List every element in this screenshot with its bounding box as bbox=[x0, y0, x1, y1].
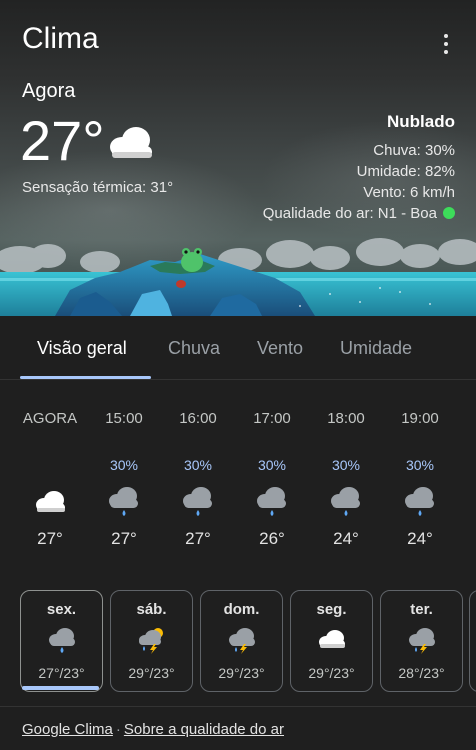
hour-precip: 30% bbox=[405, 457, 435, 473]
more-options-icon[interactable] bbox=[436, 30, 456, 58]
divider bbox=[0, 706, 476, 707]
day-card-sat[interactable]: sáb. 29°/23° bbox=[110, 590, 193, 692]
cloud-rain-icon bbox=[405, 487, 434, 516]
humidity: Umidade: 82% bbox=[356, 163, 455, 180]
tab-indicator bbox=[20, 376, 151, 379]
day-name: sáb. bbox=[136, 601, 167, 618]
hourly-item: AGORA 27° bbox=[20, 410, 80, 549]
day-card-sun[interactable]: dom. 29°/23° bbox=[200, 590, 283, 692]
day-card-partial[interactable] bbox=[469, 590, 476, 692]
day-temps: 29°/23° bbox=[308, 665, 355, 681]
footer-separator: · bbox=[115, 721, 121, 738]
hour-time: 15:00 bbox=[105, 410, 143, 427]
cloud-rain-icon bbox=[257, 487, 286, 516]
hour-time: AGORA bbox=[22, 410, 78, 427]
air-quality-info-link[interactable]: Sobre a qualidade do ar bbox=[124, 721, 284, 738]
current-temperature: 27° bbox=[20, 109, 105, 172]
hour-precip: 30% bbox=[331, 457, 361, 473]
current-label: Agora bbox=[22, 80, 76, 102]
hourly-item: 17:00 30% 26° bbox=[242, 410, 302, 549]
hour-temp: 27° bbox=[37, 529, 63, 548]
hourly-forecast[interactable]: AGORA 27° 15:00 30% 27° 16:00 30% 27° 17… bbox=[0, 396, 476, 566]
tab-humidity[interactable]: Umidade bbox=[340, 338, 412, 359]
day-temps: 27°/23° bbox=[38, 665, 85, 681]
hour-temp: 24° bbox=[333, 529, 359, 548]
cloud-icon bbox=[110, 127, 152, 158]
google-weather-link[interactable]: Google Clima bbox=[22, 721, 113, 738]
rain-chance: Chuva: 30% bbox=[373, 142, 455, 159]
weather-hero: Clima Agora 27° Sensação térmica: 31° Nu… bbox=[0, 0, 476, 316]
tab-wind[interactable]: Vento bbox=[257, 338, 303, 359]
air-quality-indicator-icon bbox=[443, 207, 455, 219]
air-quality-text: Qualidade do ar: N1 - Boa bbox=[262, 205, 437, 222]
cloud-icon bbox=[318, 630, 345, 648]
hour-temp: 24° bbox=[407, 529, 433, 548]
metric-tabs: Visão geral Chuva Vento Umidade bbox=[0, 316, 476, 380]
hour-time: 19:00 bbox=[401, 410, 439, 427]
hour-precip: 30% bbox=[109, 457, 139, 473]
cloud-rain-icon bbox=[331, 487, 360, 516]
day-temps: 29°/23° bbox=[128, 665, 175, 681]
app-title: Clima bbox=[22, 22, 99, 55]
hour-precip: 30% bbox=[183, 457, 213, 473]
tab-rain[interactable]: Chuva bbox=[168, 338, 220, 359]
day-selected-indicator bbox=[22, 686, 99, 690]
air-quality[interactable]: Qualidade do ar: N1 - Boa bbox=[263, 205, 455, 222]
cloud-icon bbox=[36, 491, 65, 512]
condition-text: Nublado bbox=[387, 112, 455, 131]
footer: Google Clima · Sobre a qualidade do ar bbox=[22, 721, 284, 738]
cloud-rain-icon bbox=[183, 487, 212, 516]
hourly-item: 16:00 30% 27° bbox=[168, 410, 228, 549]
day-card-fri[interactable]: sex. 27°/23° bbox=[20, 590, 103, 692]
day-name: dom. bbox=[223, 601, 260, 618]
feels-like: Sensação térmica: 31° bbox=[22, 179, 174, 196]
hourly-item: 18:00 30% 24° bbox=[316, 410, 376, 549]
thunderstorm-sun-icon bbox=[138, 628, 163, 654]
hour-temp: 27° bbox=[185, 529, 211, 548]
day-temps: 29°/23° bbox=[218, 665, 265, 681]
hour-time: 17:00 bbox=[253, 410, 291, 427]
hour-time: 18:00 bbox=[327, 410, 365, 427]
fog-layer bbox=[260, 120, 476, 240]
hour-precip bbox=[20, 457, 80, 475]
hour-temp: 26° bbox=[259, 529, 285, 548]
hour-temp: 27° bbox=[111, 529, 137, 548]
day-temps: 28°/23° bbox=[398, 665, 445, 681]
wind: Vento: 6 km/h bbox=[363, 184, 455, 201]
daily-forecast: sex. 27°/23° sáb. 29°/23° dom. 29°/23° s… bbox=[0, 590, 476, 692]
hourly-item: 19:00 30% 24° bbox=[390, 410, 450, 549]
day-name: ter. bbox=[410, 601, 433, 618]
tab-overview[interactable]: Visão geral bbox=[37, 338, 127, 359]
cloud-rain-icon bbox=[109, 487, 138, 516]
hour-precip: 30% bbox=[257, 457, 287, 473]
day-name: sex. bbox=[46, 601, 77, 618]
weather-scene-illustration bbox=[0, 238, 476, 316]
day-card-mon[interactable]: seg. 29°/23° bbox=[290, 590, 373, 692]
day-name: seg. bbox=[316, 601, 347, 618]
hourly-item: 15:00 30% 27° bbox=[94, 410, 154, 549]
hour-time: 16:00 bbox=[179, 410, 217, 427]
thunderstorm-icon bbox=[408, 628, 435, 654]
thunderstorm-icon bbox=[228, 628, 255, 654]
day-card-tue[interactable]: ter. 28°/23° bbox=[380, 590, 463, 692]
cloud-rain-icon bbox=[48, 628, 75, 653]
